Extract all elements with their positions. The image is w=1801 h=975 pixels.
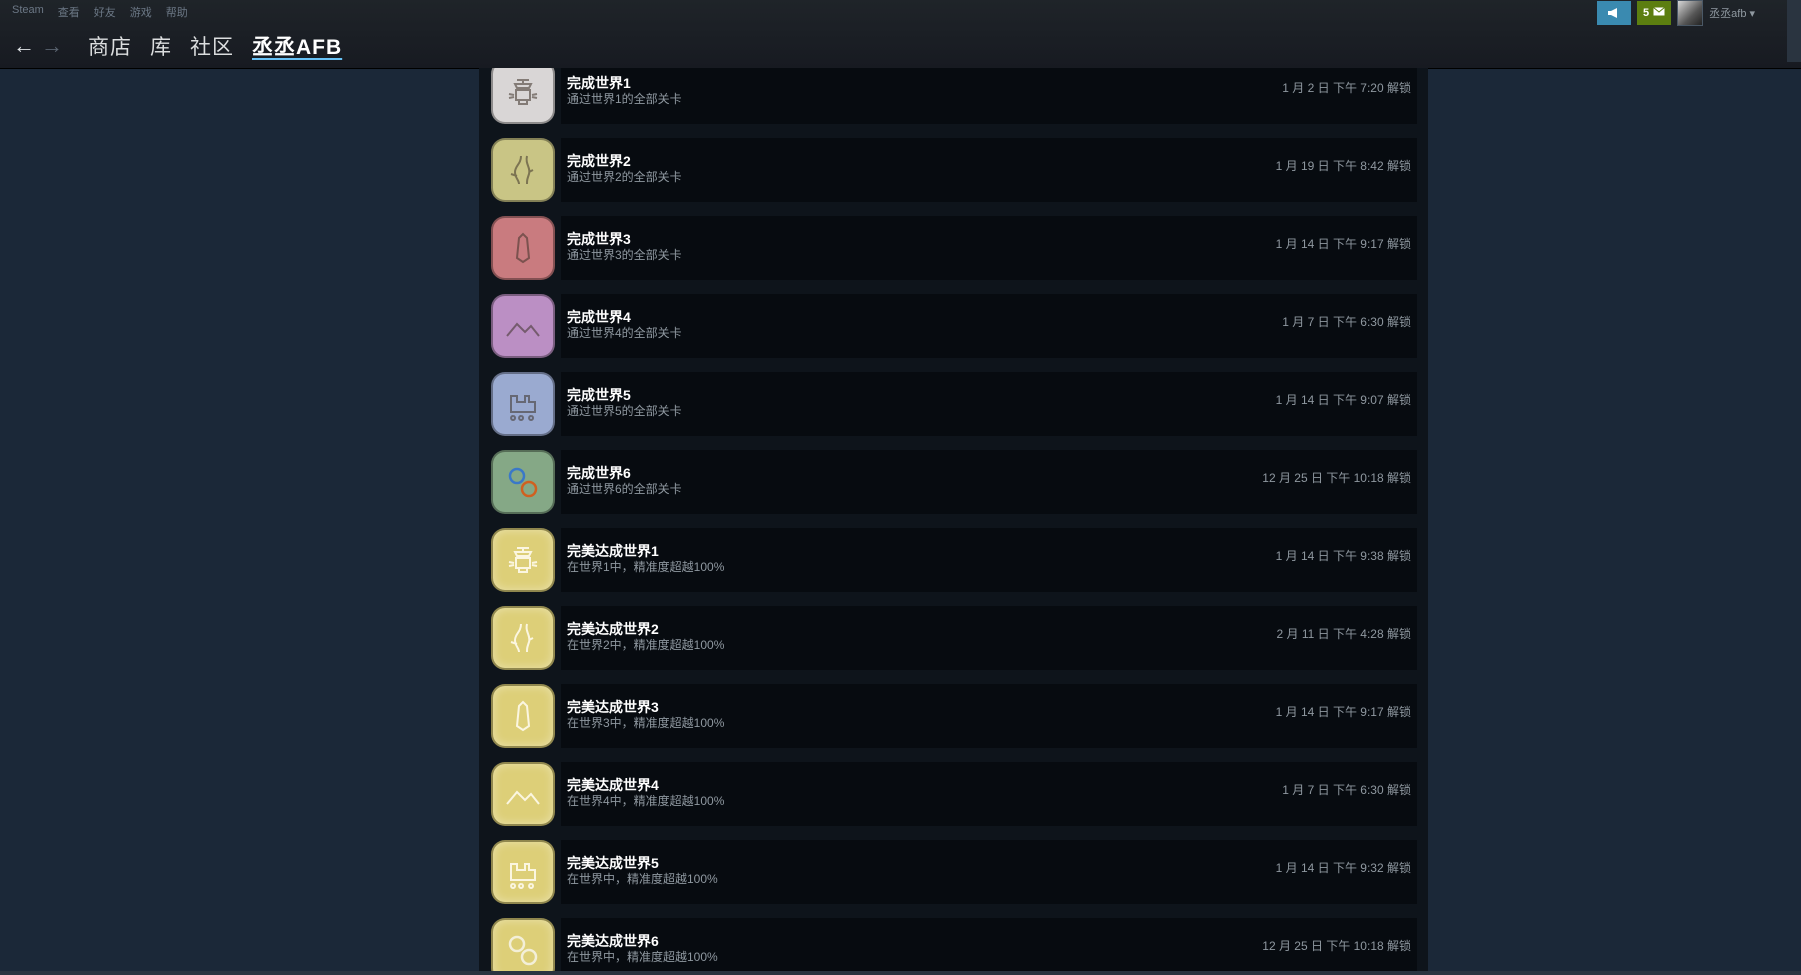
achievement-row: 完美达成世界2 在世界2中，精准度超越100% 2 月 11 日 下午 4:28 解… [491, 606, 1417, 672]
unlock-time: 1 月 14 日 下午 9:32 解锁 [1275, 861, 1411, 875]
achievement-icon-frame [491, 606, 555, 670]
bottom-strip [0, 971, 1801, 975]
achievement-icon-frame [491, 372, 555, 436]
achievement-description: 通过世界3的全部关卡 [567, 248, 682, 262]
achievement-icon-frame [491, 68, 555, 124]
unlock-time: 1 月 14 日 下午 9:07 解锁 [1275, 393, 1411, 407]
achievement-details: 完成世界5 通过世界5的全部关卡 1 月 14 日 下午 9:07 解锁 [561, 372, 1417, 436]
menu-steam[interactable]: Steam [12, 4, 44, 20]
gold-forked-road-icon [491, 606, 555, 670]
gold-mountain-icon [491, 762, 555, 826]
world5-train-icon [491, 372, 555, 436]
nav-profile[interactable]: 丞丞AFB [252, 31, 342, 61]
main-nav: ← → 商店 库 社区 丞丞AFB [10, 28, 342, 64]
notification-count: 5 [1643, 7, 1650, 19]
achievement-description: 在世界中，精准度超越100% [567, 872, 718, 886]
unlock-time: 1 月 14 日 下午 9:17 解锁 [1275, 237, 1411, 251]
achievement-details: 完美达成世界6 在世界中，精准度超越100% 12 月 25 日 下午 10:18 … [561, 918, 1417, 971]
achievement-description: 在世界4中，精准度超越100% [567, 794, 725, 808]
client-menu: Steam 查看 好友 游戏 帮助 [12, 4, 188, 20]
achievement-icon-frame [491, 138, 555, 202]
achievement-details: 完成世界4 通过世界4的全部关卡 1 月 7 日 下午 6:30 解锁 [561, 294, 1417, 358]
unlock-time: 1 月 14 日 下午 9:38 解锁 [1275, 549, 1411, 563]
nav-community[interactable]: 社区 [190, 31, 234, 61]
achievement-row: 完成世界2 通过世界2的全部关卡 1 月 19 日 下午 8:42 解锁 [491, 138, 1417, 204]
steam-header: Steam 查看 好友 游戏 帮助 ← → 商店 库 社区 丞丞AFB 5 丞丞… [0, 0, 1801, 68]
achievement-details: 完成世界3 通过世界3的全部关卡 1 月 14 日 下午 9:17 解锁 [561, 216, 1417, 280]
menu-games[interactable]: 游戏 [130, 4, 152, 20]
achievement-icon-frame [491, 216, 555, 280]
unlock-time: 2 月 11 日 下午 4:28 解锁 [1276, 627, 1412, 641]
achievement-description: 通过世界6的全部关卡 [567, 482, 682, 496]
achievement-details: 完成世界2 通过世界2的全部关卡 1 月 19 日 下午 8:42 解锁 [561, 138, 1417, 202]
achievement-icon-frame [491, 294, 555, 358]
back-arrow-icon[interactable]: ← [10, 28, 38, 64]
achievement-row: 完美达成世界6 在世界中，精准度超越100% 12 月 25 日 下午 10:18 … [491, 918, 1417, 971]
achievement-description: 在世界3中，精准度超越100% [567, 716, 725, 730]
achievement-row: 完成世界5 通过世界5的全部关卡 1 月 14 日 下午 9:07 解锁 [491, 372, 1417, 438]
achievement-description: 在世界中，精准度超越100% [567, 950, 718, 964]
world3-crystal-icon [491, 216, 555, 280]
nav-library[interactable]: 库 [150, 31, 172, 61]
world2-forked-road-icon [491, 138, 555, 202]
achievement-row: 完成世界4 通过世界4的全部关卡 1 月 7 日 下午 6:30 解锁 [491, 294, 1417, 360]
world6-rings-icon [491, 450, 555, 514]
achievement-description: 在世界2中，精准度超越100% [567, 638, 725, 652]
gold-rings-icon [491, 918, 555, 971]
achievement-row: 完成世界3 通过世界3的全部关卡 1 月 14 日 下午 9:17 解锁 [491, 216, 1417, 282]
menu-view[interactable]: 查看 [58, 4, 80, 20]
achievement-row: 完美达成世界1 在世界1中，精准度超越100% 1 月 14 日 下午 9:38 解… [491, 528, 1417, 594]
envelope-icon [1653, 7, 1665, 19]
achievement-row: 完美达成世界5 在世界中，精准度超越100% 1 月 14 日 下午 9:32 解锁 [491, 840, 1417, 906]
unlock-time: 1 月 7 日 下午 6:30 解锁 [1282, 315, 1411, 329]
achievement-description: 通过世界5的全部关卡 [567, 404, 682, 418]
account-menu[interactable]: 丞丞afb ▾ [1709, 5, 1755, 21]
world4-mountain-icon [491, 294, 555, 358]
notifications-button[interactable]: 5 [1637, 1, 1672, 25]
achievement-details: 完美达成世界2 在世界2中，精准度超越100% 2 月 11 日 下午 4:28 解… [561, 606, 1417, 670]
achievement-details: 完成世界1 通过世界1的全部关卡 1 月 2 日 下午 7:20 解锁 [561, 68, 1417, 124]
achievement-description: 通过世界1的全部关卡 [567, 92, 682, 106]
achievement-icon-frame [491, 450, 555, 514]
achievement-description: 通过世界2的全部关卡 [567, 170, 682, 184]
account-name: 丞丞afb [1709, 8, 1747, 20]
achievement-list: 完成世界1 通过世界1的全部关卡 1 月 2 日 下午 7:20 解锁 完成世界2 通过… [491, 68, 1417, 971]
megaphone-icon[interactable] [1597, 1, 1632, 25]
unlock-time: 12 月 25 日 下午 10:18 解锁 [1262, 939, 1411, 953]
achievement-details: 完美达成世界3 在世界3中，精准度超越100% 1 月 14 日 下午 9:17 解… [561, 684, 1417, 748]
window-scrollbar[interactable] [1787, 0, 1801, 62]
gold-lantern-icon [491, 528, 555, 592]
forward-arrow-icon[interactable]: → [38, 28, 66, 64]
achievement-icon-frame [491, 684, 555, 748]
achievement-details: 完美达成世界1 在世界1中，精准度超越100% 1 月 14 日 下午 9:38 解… [561, 528, 1417, 592]
achievement-icon-frame [491, 840, 555, 904]
achievement-icon-frame [491, 528, 555, 592]
achievement-row: 完美达成世界3 在世界3中，精准度超越100% 1 月 14 日 下午 9:17 解… [491, 684, 1417, 750]
achievement-description: 在世界1中，精准度超越100% [567, 560, 725, 574]
unlock-time: 12 月 25 日 下午 10:18 解锁 [1262, 471, 1411, 485]
achievement-details: 完成世界6 通过世界6的全部关卡 12 月 25 日 下午 10:18 解锁 [561, 450, 1417, 514]
world1-lantern-icon [491, 68, 555, 124]
achievement-row: 完成世界1 通过世界1的全部关卡 1 月 2 日 下午 7:20 解锁 [491, 68, 1417, 126]
achievement-details: 完美达成世界5 在世界中，精准度超越100% 1 月 14 日 下午 9:32 解锁 [561, 840, 1417, 904]
achievement-details: 完美达成世界4 在世界4中，精准度超越100% 1 月 7 日 下午 6:30 解锁 [561, 762, 1417, 826]
unlock-time: 1 月 14 日 下午 9:17 解锁 [1275, 705, 1411, 719]
unlock-time: 1 月 7 日 下午 6:30 解锁 [1282, 783, 1411, 797]
achievement-panel: 完成世界1 通过世界1的全部关卡 1 月 2 日 下午 7:20 解锁 完成世界2 通过… [479, 68, 1428, 971]
unlock-time: 1 月 2 日 下午 7:20 解锁 [1282, 81, 1411, 95]
achievement-description: 通过世界4的全部关卡 [567, 326, 682, 340]
chevron-down-icon: ▾ [1749, 7, 1755, 20]
gold-crystal-icon [491, 684, 555, 748]
achievement-row: 完美达成世界4 在世界4中，精准度超越100% 1 月 7 日 下午 6:30 解锁 [491, 762, 1417, 828]
menu-friends[interactable]: 好友 [94, 4, 116, 20]
avatar[interactable] [1677, 0, 1704, 26]
menu-help[interactable]: 帮助 [166, 4, 188, 20]
achievement-row: 完成世界6 通过世界6的全部关卡 12 月 25 日 下午 10:18 解锁 [491, 450, 1417, 516]
unlock-time: 1 月 19 日 下午 8:42 解锁 [1275, 159, 1411, 173]
gold-train-icon [491, 840, 555, 904]
header-actions: 5 丞丞afb ▾ [1597, 0, 1755, 26]
achievement-icon-frame [491, 762, 555, 826]
achievement-icon-frame [491, 918, 555, 971]
nav-store[interactable]: 商店 [88, 31, 132, 61]
